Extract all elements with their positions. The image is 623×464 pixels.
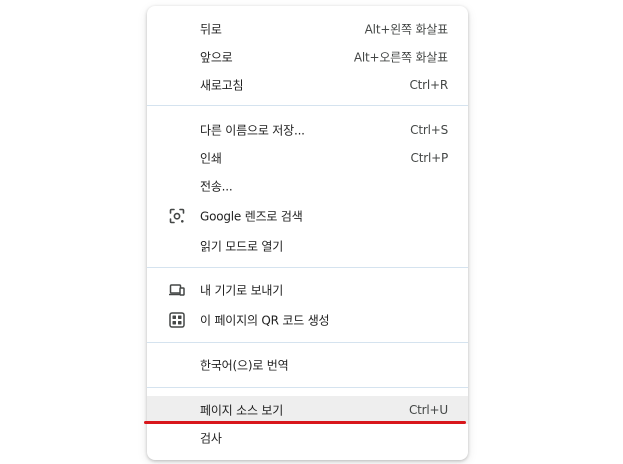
menu-item-cast[interactable]: 전송... — [147, 172, 468, 200]
menu-item-label: 내 기기로 보내기 — [200, 283, 284, 298]
menu-item-label: 다른 이름으로 저장... — [200, 123, 305, 138]
annotation-underline — [144, 421, 466, 424]
menu-item-shortcut: Ctrl+P — [410, 151, 449, 165]
menu-item-inspect[interactable]: 검사 — [147, 424, 468, 452]
menu-item-forward[interactable]: 앞으로 Alt+오른쪽 화살표 — [147, 43, 468, 71]
menu-item-label: 한국어(으)로 번역 — [200, 358, 289, 373]
qr-code-icon — [169, 312, 185, 328]
context-menu: 뒤로 Alt+왼쪽 화살표 앞으로 Alt+오른쪽 화살표 새로고침 Ctrl+… — [147, 6, 468, 460]
menu-item-label: 검사 — [200, 431, 222, 446]
menu-item-shortcut: Ctrl+U — [409, 403, 448, 417]
menu-item-send-to-devices[interactable]: 내 기기로 보내기 — [147, 276, 468, 304]
menu-item-back[interactable]: 뒤로 Alt+왼쪽 화살표 — [147, 15, 468, 43]
menu-item-create-qr-code[interactable]: 이 페이지의 QR 코드 생성 — [147, 306, 468, 334]
menu-item-shortcut: Ctrl+S — [410, 123, 448, 137]
menu-item-reload[interactable]: 새로고침 Ctrl+R — [147, 71, 468, 99]
devices-icon — [168, 282, 185, 298]
menu-item-open-reading-mode[interactable]: 읽기 모드로 열기 — [147, 232, 468, 260]
menu-item-label: 새로고침 — [200, 78, 244, 93]
menu-separator — [147, 267, 468, 268]
menu-item-label: 뒤로 — [200, 22, 222, 37]
menu-item-search-with-google-lens[interactable]: Google 렌즈로 검색 — [147, 202, 468, 230]
menu-item-shortcut: Alt+오른쪽 화살표 — [353, 50, 448, 65]
menu-item-translate[interactable]: 한국어(으)로 번역 — [147, 351, 468, 379]
menu-item-shortcut: Ctrl+R — [409, 78, 448, 92]
menu-separator — [147, 105, 468, 106]
menu-item-label: 이 페이지의 QR 코드 생성 — [200, 313, 330, 328]
menu-item-label: 페이지 소스 보기 — [200, 403, 284, 418]
menu-item-label: 읽기 모드로 열기 — [200, 239, 284, 254]
menu-item-label: 앞으로 — [200, 50, 233, 65]
menu-item-save-as[interactable]: 다른 이름으로 저장... Ctrl+S — [147, 116, 468, 144]
google-lens-icon — [169, 208, 185, 224]
menu-item-label: Google 렌즈로 검색 — [200, 209, 303, 224]
menu-item-label: 인쇄 — [200, 151, 222, 166]
menu-separator — [147, 342, 468, 343]
menu-item-label: 전송... — [200, 179, 233, 194]
menu-item-shortcut: Alt+왼쪽 화살표 — [364, 22, 449, 37]
menu-item-print[interactable]: 인쇄 Ctrl+P — [147, 144, 468, 172]
menu-item-view-page-source[interactable]: 페이지 소스 보기 Ctrl+U — [147, 396, 468, 424]
menu-separator — [147, 387, 468, 388]
